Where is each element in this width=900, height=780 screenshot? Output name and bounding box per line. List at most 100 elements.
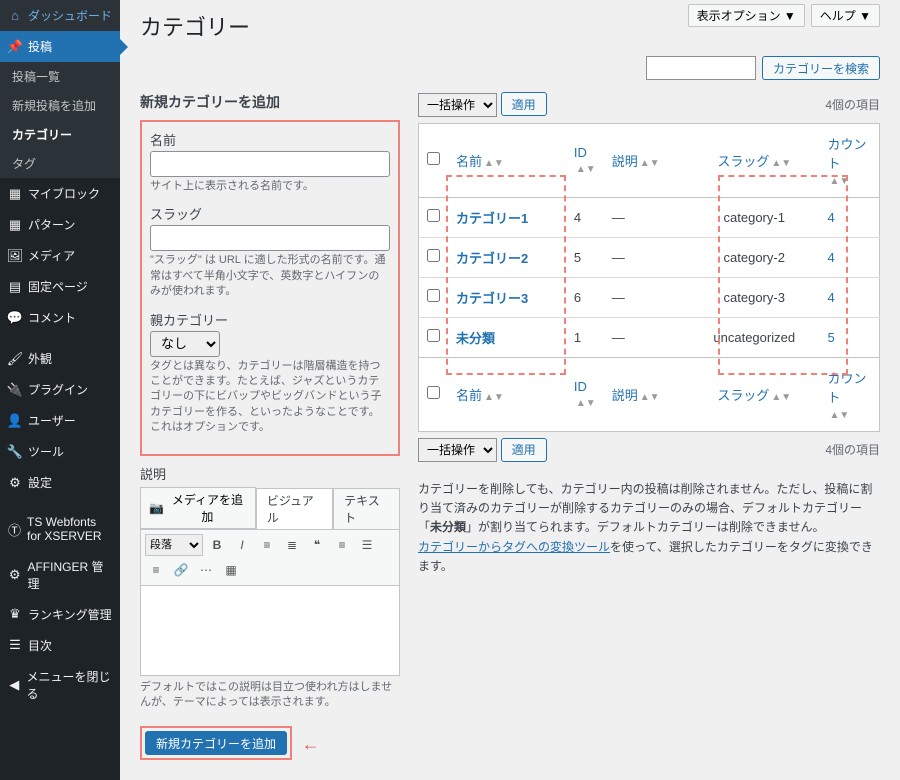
parent-select[interactable]: なし: [150, 331, 220, 357]
sidebar-item-toc[interactable]: ☰目次: [0, 630, 120, 661]
name-input[interactable]: [150, 151, 390, 177]
sidebar-item-pages[interactable]: ▤固定ページ: [0, 271, 120, 302]
sidebar-item-collapse[interactable]: ◀メニューを閉じる: [0, 661, 120, 709]
bulk-action-select-top[interactable]: 一括操作: [418, 93, 497, 117]
item-count-bottom: 4個の項目: [825, 441, 880, 458]
apply-button-bottom[interactable]: 適用: [501, 438, 547, 462]
add-media-button[interactable]: 📷メディアを追加: [140, 487, 256, 529]
category-name-link[interactable]: カテゴリー3: [456, 291, 528, 306]
row-checkbox[interactable]: [427, 289, 440, 302]
col-name-footer[interactable]: 名前: [456, 388, 482, 403]
category-slug: category-2: [689, 237, 820, 277]
link-button[interactable]: 🔗: [170, 559, 192, 581]
bold-button[interactable]: B: [206, 534, 228, 556]
quote-button[interactable]: ❝: [306, 534, 328, 556]
category-name-link[interactable]: 未分類: [456, 331, 495, 346]
sidebar-item-patterns[interactable]: ▦パターン: [0, 209, 120, 240]
row-checkbox[interactable]: [427, 329, 440, 342]
sidebar-item-media[interactable]: 🖼メディア: [0, 240, 120, 271]
col-id-header[interactable]: ID: [574, 145, 587, 160]
category-count-link[interactable]: 4: [828, 290, 835, 305]
sidebar-item-dashboard[interactable]: ⌂ダッシュボード: [0, 0, 120, 31]
category-count-link[interactable]: 4: [828, 210, 835, 225]
bullet-list-button[interactable]: ≡: [256, 534, 278, 556]
sidebar-item-ranking[interactable]: ♛ランキング管理: [0, 599, 120, 630]
sub-item-tags[interactable]: タグ: [0, 149, 120, 178]
row-checkbox[interactable]: [427, 209, 440, 222]
description-editor[interactable]: [140, 586, 400, 676]
slug-help: "スラッグ" は URL に適した形式の名前です。通常はすべて半角小文字で、英数…: [150, 253, 390, 299]
select-all-bottom[interactable]: [427, 386, 440, 399]
align-center-button[interactable]: ☰: [356, 534, 378, 556]
sidebar-item-affinger[interactable]: ⚙AFFINGER 管理: [0, 551, 120, 599]
category-count-link[interactable]: 5: [828, 330, 835, 345]
sub-item-posts-list[interactable]: 投稿一覧: [0, 62, 120, 91]
description-help: デフォルトではこの説明は目立つ使われ方はしませんが、テーマによっては表示されます…: [140, 680, 400, 711]
select-all-top[interactable]: [427, 152, 440, 165]
text-tab[interactable]: テキスト: [333, 488, 400, 529]
deletion-note: カテゴリーを削除しても、カテゴリー内の投稿は削除されません。ただし、投稿に割り当…: [418, 480, 880, 576]
highlight-box: 名前 サイト上に表示される名前です。 スラッグ "スラッグ" は URL に適し…: [140, 120, 400, 456]
visual-tab[interactable]: ビジュアル: [256, 488, 333, 529]
category-search-input[interactable]: [646, 56, 756, 80]
slug-input[interactable]: [150, 225, 390, 251]
sub-item-categories[interactable]: カテゴリー: [0, 120, 120, 149]
col-name-header[interactable]: 名前: [456, 154, 482, 169]
sidebar-item-settings[interactable]: ⚙設定: [0, 467, 120, 498]
table-row: カテゴリー36—category-34: [419, 277, 880, 317]
more-button[interactable]: ⋯: [195, 559, 217, 581]
sidebar-item-tools[interactable]: 🔧ツール: [0, 436, 120, 467]
affinger-icon: ⚙: [8, 568, 21, 582]
row-checkbox[interactable]: [427, 249, 440, 262]
sidebar-item-myblock[interactable]: ▦マイブロック: [0, 178, 120, 209]
name-label: 名前: [150, 130, 390, 149]
add-category-form: 新規カテゴリーを追加 名前 サイト上に表示される名前です。 スラッグ "スラッグ…: [140, 92, 400, 760]
bulk-action-select-bottom[interactable]: 一括操作: [418, 438, 497, 462]
pin-icon: 📌: [8, 40, 22, 54]
sidebar-item-posts[interactable]: 📌投稿: [0, 31, 120, 62]
add-category-submit[interactable]: 新規カテゴリーを追加: [145, 731, 287, 755]
brush-icon: 🖌: [8, 352, 22, 366]
category-slug: category-1: [689, 197, 820, 237]
name-help: サイト上に表示される名前です。: [150, 179, 390, 194]
number-list-button[interactable]: ≣: [281, 534, 303, 556]
table-row: カテゴリー25—category-24: [419, 237, 880, 277]
col-count-header[interactable]: カウント: [828, 137, 867, 171]
sidebar-item-plugins[interactable]: 🔌プラグイン: [0, 374, 120, 405]
category-count-link[interactable]: 4: [828, 250, 835, 265]
plugin-icon: 🔌: [8, 383, 22, 397]
sub-item-new-post[interactable]: 新規投稿を追加: [0, 91, 120, 120]
align-right-button[interactable]: ≡: [145, 559, 167, 581]
col-slug-footer[interactable]: スラッグ: [717, 388, 769, 403]
converter-link[interactable]: カテゴリーからタグへの変換ツール: [418, 540, 610, 554]
align-left-button[interactable]: ≡: [331, 534, 353, 556]
italic-button[interactable]: I: [231, 534, 253, 556]
screen-options-button[interactable]: 表示オプション ▼: [688, 4, 805, 27]
col-desc-header[interactable]: 説明: [612, 154, 638, 169]
category-name-link[interactable]: カテゴリー1: [456, 211, 528, 226]
form-heading: 新規カテゴリーを追加: [140, 92, 400, 112]
help-button[interactable]: ヘルプ ▼: [811, 4, 880, 27]
block-icon: ▦: [8, 187, 22, 201]
editor-toolbar: 段落 B I ≡ ≣ ❝ ≡ ☰ ≡ 🔗 ⋯ ▦: [140, 529, 400, 586]
tool-icon: 🔧: [8, 445, 22, 459]
camera-icon: 📷: [149, 501, 164, 515]
col-id-footer[interactable]: ID: [574, 379, 587, 394]
search-categories-button[interactable]: カテゴリーを検索: [762, 56, 880, 80]
apply-button-top[interactable]: 適用: [501, 92, 547, 116]
comment-icon: 💬: [8, 311, 22, 325]
sidebar-item-appearance[interactable]: 🖌外観: [0, 343, 120, 374]
toolbar-toggle-button[interactable]: ▦: [220, 559, 242, 581]
list-icon: ☰: [8, 638, 22, 652]
format-select[interactable]: 段落: [145, 534, 203, 556]
sidebar-item-webfonts[interactable]: ⓉTS Webfonts for XSERVER: [0, 508, 120, 551]
category-name-link[interactable]: カテゴリー2: [456, 251, 528, 266]
categories-table: 名前▲▼ ID▲▼ 説明▲▼ スラッグ▲▼ カウント▲▼ カテゴリー14—cat…: [418, 123, 880, 432]
main-content: 表示オプション ▼ ヘルプ ▼ カテゴリー カテゴリーを検索 新規カテゴリーを追…: [120, 0, 900, 780]
sidebar-item-users[interactable]: 👤ユーザー: [0, 405, 120, 436]
col-slug-header[interactable]: スラッグ: [717, 154, 769, 169]
col-count-footer[interactable]: カウント: [828, 371, 867, 405]
sidebar-item-comments[interactable]: 💬コメント: [0, 302, 120, 333]
category-desc: —: [604, 237, 689, 277]
col-desc-footer[interactable]: 説明: [612, 388, 638, 403]
